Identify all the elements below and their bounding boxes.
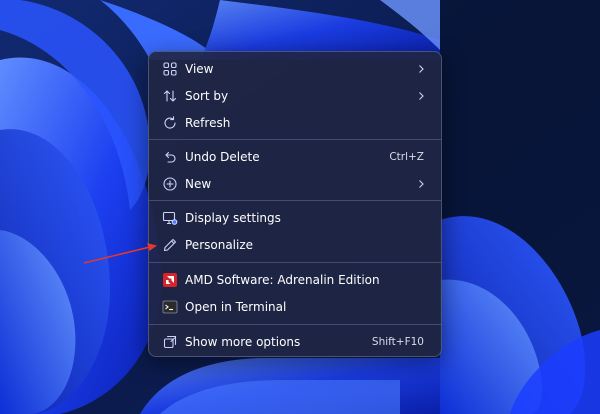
refresh-icon — [162, 115, 178, 131]
menu-item-label: Undo Delete — [185, 150, 260, 164]
pen-icon — [162, 237, 178, 253]
chevron-right-icon — [415, 90, 427, 102]
menu-item-undo-delete[interactable]: Undo Delete Ctrl+Z — [153, 144, 437, 170]
menu-item-view[interactable]: View — [153, 56, 437, 82]
undo-icon — [162, 149, 178, 165]
chevron-right-icon — [415, 63, 427, 75]
menu-separator — [149, 139, 441, 140]
sort-icon — [162, 88, 178, 104]
amd-logo-icon — [162, 272, 178, 288]
menu-item-show-more-options[interactable]: Show more options Shift+F10 — [153, 329, 437, 355]
menu-item-new[interactable]: New — [153, 171, 437, 197]
menu-item-label: New — [185, 177, 212, 191]
menu-item-label: AMD Software: Adrenalin Edition — [185, 273, 380, 287]
chevron-right-icon — [415, 178, 427, 190]
menu-item-label: Show more options — [185, 335, 301, 349]
display-settings-icon — [162, 210, 178, 226]
desktop-context-menu: View Sort by Refresh Undo Delete Ctrl+Z … — [148, 51, 442, 357]
more-options-icon — [162, 334, 178, 350]
menu-item-amd-software[interactable]: AMD Software: Adrenalin Edition — [153, 267, 437, 293]
menu-item-label: Refresh — [185, 116, 231, 130]
terminal-icon — [162, 299, 178, 315]
keyboard-shortcut: Shift+F10 — [371, 336, 424, 348]
menu-item-open-in-terminal[interactable]: Open in Terminal — [153, 294, 437, 320]
menu-item-label: Open in Terminal — [185, 300, 287, 314]
menu-item-label: View — [185, 62, 214, 76]
menu-item-personalize[interactable]: Personalize — [153, 232, 437, 258]
menu-separator — [149, 262, 441, 263]
menu-item-refresh[interactable]: Refresh — [153, 110, 437, 136]
menu-item-display-settings[interactable]: Display settings — [153, 205, 437, 231]
menu-item-sort-by[interactable]: Sort by — [153, 83, 437, 109]
menu-separator — [149, 200, 441, 201]
menu-item-label: Display settings — [185, 211, 281, 225]
menu-item-label: Personalize — [185, 238, 254, 252]
menu-item-label: Sort by — [185, 89, 229, 103]
keyboard-shortcut: Ctrl+Z — [389, 151, 424, 163]
new-plus-icon — [162, 176, 178, 192]
view-grid-icon — [162, 61, 178, 77]
menu-separator — [149, 324, 441, 325]
